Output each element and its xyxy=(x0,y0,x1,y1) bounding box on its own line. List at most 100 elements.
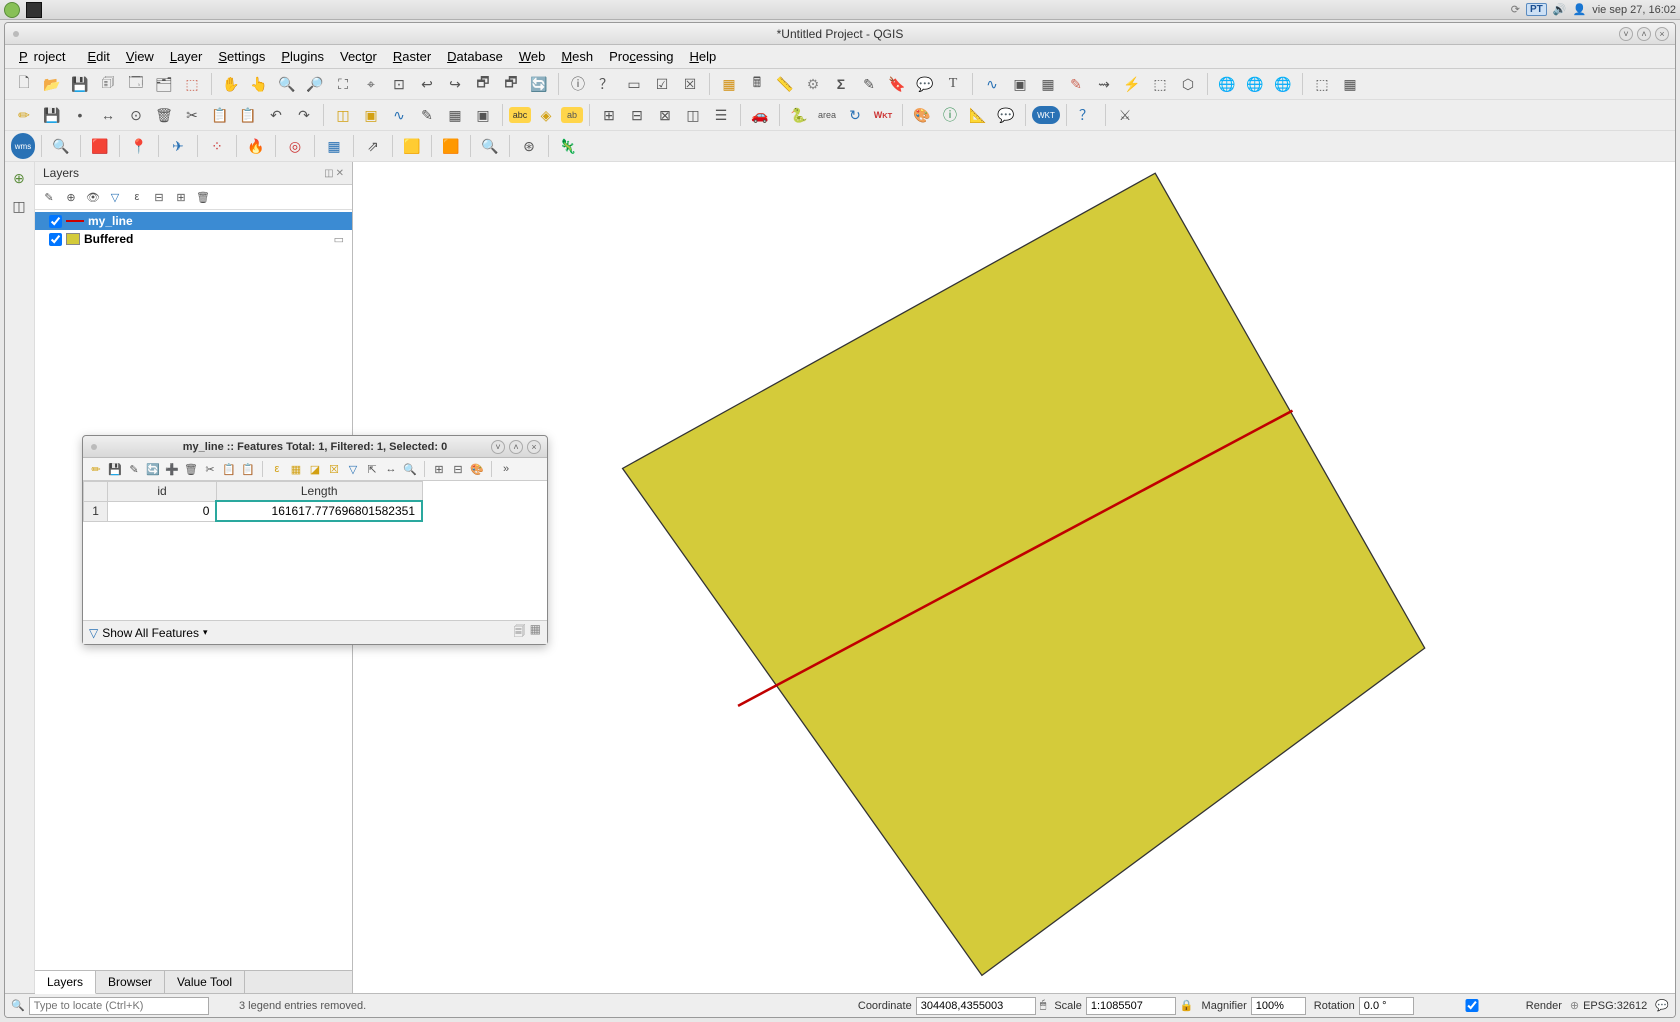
area-icon[interactable]: area xyxy=(814,102,840,128)
plugin-icon[interactable]: ⬚ xyxy=(1309,71,1335,97)
digitizing-5-icon[interactable]: ▦ xyxy=(442,102,468,128)
magnify-2-icon[interactable]: 🔍 xyxy=(477,133,503,159)
vstrip-tool-1-icon[interactable]: ⊕ xyxy=(7,166,31,190)
select-by-value-icon[interactable]: ☑ xyxy=(649,71,675,97)
help-icon[interactable]: ？ xyxy=(1073,102,1099,128)
attr-select-expression-icon[interactable]: ε xyxy=(268,460,286,478)
layer-visibility-icon[interactable]: 👁 xyxy=(83,187,103,207)
utility-1-icon[interactable]: 🚗 xyxy=(747,102,773,128)
save-as-icon[interactable]: 🗊 xyxy=(95,71,121,97)
dem-icon[interactable]: ▦ xyxy=(321,133,347,159)
menu-vector[interactable]: Vector xyxy=(334,47,383,66)
identify-icon[interactable]: ⓘ xyxy=(565,71,591,97)
keyboard-language-badge[interactable]: PT xyxy=(1526,3,1547,16)
wms-icon[interactable]: wms xyxy=(11,133,35,159)
ruler-icon[interactable]: 📐 xyxy=(965,102,991,128)
deselect-icon[interactable]: ☒ xyxy=(677,71,703,97)
undo-icon[interactable]: ↶ xyxy=(263,102,289,128)
menu-plugins[interactable]: Plugins xyxy=(275,47,330,66)
attr-close-button[interactable]: × xyxy=(527,440,541,454)
map-tips-icon[interactable]: ✎ xyxy=(856,71,882,97)
zoom-full-icon[interactable]: ⛶ xyxy=(330,71,356,97)
attr-cell-id[interactable]: 0 xyxy=(108,501,217,521)
attr-select-all-icon[interactable]: ▦ xyxy=(287,460,305,478)
attr-row-header[interactable]: 1 xyxy=(84,501,108,521)
node-tool-icon[interactable]: ⊙ xyxy=(123,102,149,128)
layer-expression-icon[interactable]: ε xyxy=(127,187,147,207)
plane-icon[interactable]: ✈ xyxy=(165,133,191,159)
statistics-icon[interactable]: Σ xyxy=(828,71,854,97)
redo-icon[interactable]: ↷ xyxy=(291,102,317,128)
attr-column-length[interactable]: Length xyxy=(216,482,422,502)
vector-tool-3-icon[interactable]: ▦ xyxy=(1035,71,1061,97)
pan-to-selection-icon[interactable]: 👆 xyxy=(246,71,272,97)
window-titlebar[interactable]: *Untitled Project - QGIS ˅ ˄ × xyxy=(5,23,1675,45)
clock-text[interactable]: vie sep 27, 16:02 xyxy=(1592,4,1676,16)
table-row[interactable]: 1 0 161617.777696801582351 xyxy=(84,501,423,521)
sword-icon[interactable]: ⚔ xyxy=(1112,102,1138,128)
measure-icon[interactable]: 📏 xyxy=(772,71,798,97)
web-icon-3[interactable]: 🌐 xyxy=(1270,71,1296,97)
menu-help[interactable]: Help xyxy=(683,47,722,66)
attr-delete-field-icon[interactable]: ⊟ xyxy=(449,460,467,478)
layer-filter-icon[interactable]: ▽ xyxy=(105,187,125,207)
attr-copy-icon[interactable]: 📋 xyxy=(220,460,238,478)
menu-database[interactable]: Database xyxy=(441,47,509,66)
crs-icon[interactable]: ⊕ xyxy=(1570,999,1579,1012)
open-attribute-table-icon[interactable]: ▦ xyxy=(716,71,742,97)
menu-mesh[interactable]: Mesh xyxy=(555,47,599,66)
rotation-input[interactable] xyxy=(1359,997,1414,1015)
save-project-icon[interactable]: 💾 xyxy=(67,71,93,97)
history-icon[interactable]: ↻ xyxy=(842,102,868,128)
attr-filter-selection-icon[interactable]: ▽ xyxy=(344,460,362,478)
digitizing-3-icon[interactable]: ∿ xyxy=(386,102,412,128)
attr-footer-dropdown-icon[interactable]: ▾ xyxy=(203,627,208,638)
update-icon[interactable]: ⟳ xyxy=(1511,3,1520,16)
menu-layer[interactable]: Layer xyxy=(164,47,209,66)
attr-column-id[interactable]: id xyxy=(108,482,217,502)
attr-maximize-button[interactable]: ˄ xyxy=(509,440,523,454)
attr-footer-filter-icon[interactable]: ▽ xyxy=(89,626,98,640)
wkt-badge-icon[interactable]: WKT xyxy=(1032,106,1060,124)
label-tool-4-icon[interactable]: ◫ xyxy=(680,102,706,128)
locate-input[interactable] xyxy=(29,997,209,1015)
label-tool-2-icon[interactable]: ⊟ xyxy=(624,102,650,128)
coordinate-toggle-icon[interactable]: 🖱 xyxy=(1040,999,1047,1012)
label-tool-5-icon[interactable]: ☰ xyxy=(708,102,734,128)
attr-save-edits-icon[interactable]: 💾 xyxy=(106,460,124,478)
paste-features-icon[interactable]: 📋 xyxy=(235,102,261,128)
attr-delete-selection-icon[interactable]: 🗑 xyxy=(182,460,200,478)
info-icon[interactable]: ⓘ xyxy=(937,102,963,128)
close-window-button[interactable]: × xyxy=(1655,27,1669,41)
zoom-to-layer-icon[interactable]: ⊡ xyxy=(386,71,412,97)
vector-tool-8-icon[interactable]: ⬡ xyxy=(1175,71,1201,97)
attr-form-view-icon[interactable]: 🗐 xyxy=(514,622,526,643)
vector-tool-4-icon[interactable]: ✎ xyxy=(1063,71,1089,97)
cut-features-icon[interactable]: ✂ xyxy=(179,102,205,128)
delete-feature-icon[interactable]: 🗑 xyxy=(151,102,177,128)
nodes-icon[interactable]: ⊛ xyxy=(516,133,542,159)
maximize-window-button[interactable]: ˄ xyxy=(1637,27,1651,41)
vector-tool-1-icon[interactable]: ∿ xyxy=(979,71,1005,97)
gps-icon[interactable]: 📍 xyxy=(126,133,152,159)
profile-icon[interactable]: ⇗ xyxy=(360,133,386,159)
attr-footer-label[interactable]: Show All Features xyxy=(102,626,199,640)
digitizing-1-icon[interactable]: ◫ xyxy=(330,102,356,128)
flame-icon[interactable]: 🔥 xyxy=(243,133,269,159)
crs-value[interactable]: EPSG:32612 xyxy=(1583,1000,1647,1012)
label-tool-3-icon[interactable]: ⊠ xyxy=(652,102,678,128)
tab-value-tool[interactable]: Value Tool xyxy=(165,971,245,993)
attr-new-field-icon[interactable]: ⊞ xyxy=(430,460,448,478)
label-1-icon[interactable]: abc xyxy=(509,107,531,123)
layer-checkbox-my-line[interactable] xyxy=(49,215,62,228)
digitizing-2-icon[interactable]: ▣ xyxy=(358,102,384,128)
wkt-icon[interactable]: WKT xyxy=(870,102,896,128)
attr-move-top-icon[interactable]: ⇱ xyxy=(363,460,381,478)
whats-this-icon[interactable]: ？ xyxy=(593,71,619,97)
map-canvas[interactable] xyxy=(353,162,1675,993)
attr-actions-icon[interactable]: » xyxy=(497,460,515,478)
utility-last-icon[interactable]: 🦎 xyxy=(555,133,581,159)
zoom-in-icon[interactable]: 🔍 xyxy=(274,71,300,97)
menu-edit[interactable]: Edit xyxy=(81,47,115,66)
attr-reload-icon[interactable]: 🔄 xyxy=(144,460,162,478)
